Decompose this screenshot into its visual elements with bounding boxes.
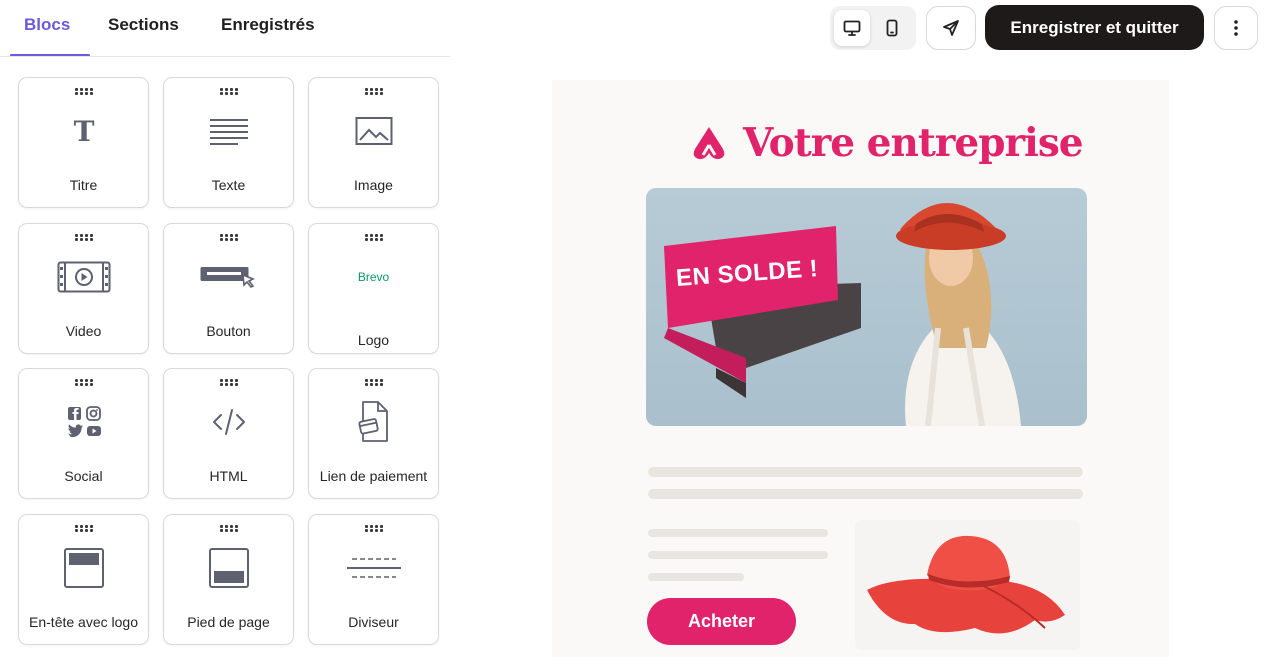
text-placeholder-line — [648, 467, 1083, 477]
more-vertical-icon — [1234, 20, 1238, 36]
text-placeholder-line — [648, 573, 744, 581]
sale-hero-illustration — [664, 203, 1021, 426]
text-placeholder-line — [648, 551, 828, 559]
product-image[interactable] — [855, 520, 1080, 650]
smartphone-icon — [886, 19, 898, 37]
block-text[interactable]: Texte — [163, 77, 294, 208]
title-icon: T — [19, 106, 148, 156]
block-image[interactable]: Image — [308, 77, 439, 208]
block-footer[interactable]: Pied de page — [163, 514, 294, 645]
red-hat-illustration — [867, 535, 1065, 634]
button-icon — [164, 252, 293, 302]
svg-text:T: T — [73, 116, 94, 146]
image-icon — [309, 106, 438, 156]
device-toggle — [830, 6, 916, 50]
drag-handle-icon[interactable] — [220, 234, 238, 242]
text-placeholder-line — [648, 529, 828, 537]
block-logo[interactable]: Brevo Logo — [308, 223, 439, 354]
drag-handle-icon[interactable] — [365, 234, 383, 242]
email-editor: Blocs Sections Enregistrés Enregistrer e… — [0, 0, 1265, 657]
tab-blocs[interactable]: Blocs — [24, 15, 70, 35]
header-icon — [19, 543, 148, 593]
block-title[interactable]: T Titre — [18, 77, 149, 208]
payment-link-icon — [309, 397, 438, 447]
block-label: Texte — [211, 177, 246, 193]
social-icon — [19, 397, 148, 447]
drag-handle-icon[interactable] — [365, 88, 383, 96]
buy-button[interactable]: Acheter — [647, 598, 796, 645]
divider-icon — [309, 543, 438, 593]
block-label: Lien de paiement — [319, 468, 428, 484]
block-label: Pied de page — [187, 614, 270, 630]
drag-handle-icon[interactable] — [365, 525, 383, 533]
block-label: Titre — [69, 177, 98, 193]
desktop-view-button[interactable] — [834, 10, 870, 46]
block-social[interactable]: Social — [18, 368, 149, 499]
block-label: En-tête avec logo — [29, 614, 138, 630]
email-brand-header[interactable]: Votre entreprise — [685, 115, 1084, 171]
footer-icon — [164, 543, 293, 593]
save-and-quit-button[interactable]: Enregistrer et quitter — [985, 5, 1204, 50]
block-label: Bouton — [206, 323, 251, 339]
drag-handle-icon[interactable] — [75, 234, 93, 242]
block-label: Social — [64, 468, 103, 484]
brevo-logo-text: Brevo — [357, 270, 390, 284]
logo-icon: Brevo — [309, 252, 438, 302]
tabs-divider — [0, 56, 450, 57]
block-video[interactable]: Video — [18, 223, 149, 354]
more-options-button[interactable] — [1214, 6, 1258, 50]
block-html[interactable]: HTML — [163, 368, 294, 499]
hero-image[interactable]: EN SOLDE ! — [646, 188, 1087, 426]
drag-handle-icon[interactable] — [365, 379, 383, 387]
block-label: Diviseur — [348, 614, 399, 630]
block-label: Logo — [357, 332, 390, 348]
block-label: Image — [354, 177, 393, 193]
mobile-view-button[interactable] — [874, 10, 910, 46]
block-label: Video — [65, 323, 102, 339]
brand-logo-icon — [693, 127, 725, 160]
send-test-button[interactable] — [926, 6, 976, 50]
video-icon — [19, 252, 148, 302]
tab-saved[interactable]: Enregistrés — [221, 15, 315, 35]
block-tabs: Blocs Sections Enregistrés — [0, 0, 450, 57]
tab-sections[interactable]: Sections — [108, 15, 179, 35]
drag-handle-icon[interactable] — [220, 525, 238, 533]
code-icon — [164, 397, 293, 447]
send-icon — [943, 20, 959, 36]
block-header-with-logo[interactable]: En-tête avec logo — [18, 514, 149, 645]
drag-handle-icon[interactable] — [220, 88, 238, 96]
block-button[interactable]: Bouton — [163, 223, 294, 354]
monitor-icon — [843, 20, 861, 36]
block-divider[interactable]: Diviseur — [308, 514, 439, 645]
text-placeholder-line — [648, 489, 1083, 499]
block-payment-link[interactable]: Lien de paiement — [308, 368, 439, 499]
drag-handle-icon[interactable] — [75, 88, 93, 96]
drag-handle-icon[interactable] — [220, 379, 238, 387]
drag-handle-icon[interactable] — [75, 525, 93, 533]
drag-handle-icon[interactable] — [75, 379, 93, 387]
brand-name: Votre entreprise — [743, 120, 1084, 166]
block-label: HTML — [209, 468, 248, 484]
text-icon — [164, 106, 293, 156]
